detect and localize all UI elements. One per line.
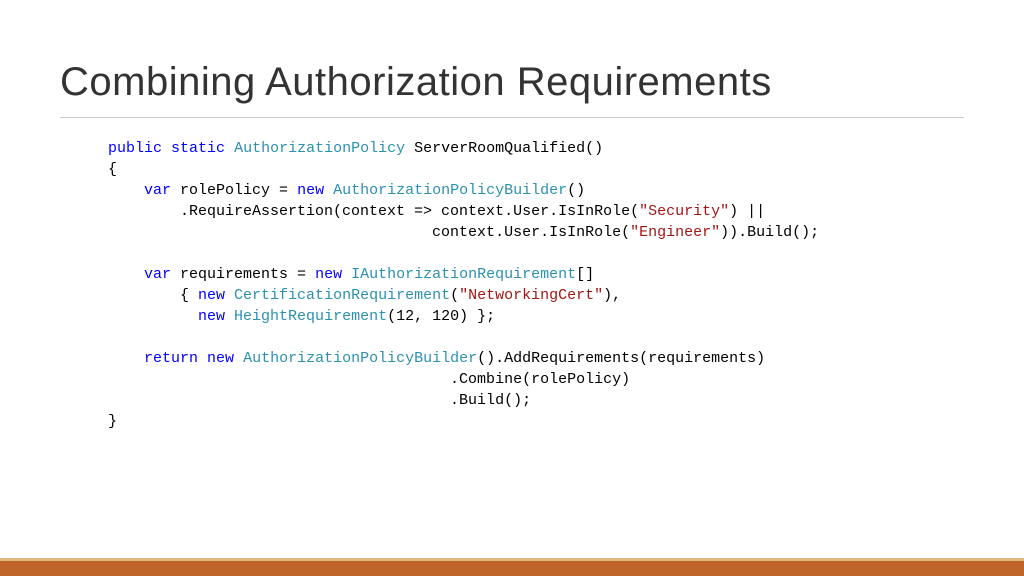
cert-close: ), bbox=[603, 287, 621, 304]
addreq-call: ().AddRequirements(requirements) bbox=[477, 350, 765, 367]
type-authpolicy: AuthorizationPolicy bbox=[234, 140, 405, 157]
keyword-static: static bbox=[171, 140, 225, 157]
requirements-decl: requirements = bbox=[171, 266, 315, 283]
slide-title: Combining Authorization Requirements bbox=[60, 60, 964, 118]
keyword-new: new bbox=[207, 350, 234, 367]
rolepolicy-decl: rolePolicy = bbox=[171, 182, 297, 199]
height-indent bbox=[144, 308, 198, 325]
footer-accent-bar bbox=[0, 558, 1024, 576]
type-authpolicybuilder: AuthorizationPolicyBuilder bbox=[324, 182, 567, 199]
code-block: public static AuthorizationPolicy Server… bbox=[108, 138, 964, 432]
string-netcert: "NetworkingCert" bbox=[459, 287, 603, 304]
keyword-new: new bbox=[297, 182, 324, 199]
slide-content: Combining Authorization Requirements pub… bbox=[0, 0, 1024, 432]
method-name: ServerRoomQualified() bbox=[405, 140, 603, 157]
brace-open: { bbox=[108, 161, 117, 178]
brace-close: } bbox=[108, 413, 117, 430]
keyword-return: return bbox=[144, 350, 198, 367]
keyword-new: new bbox=[315, 266, 342, 283]
require-line: .RequireAssertion(context => context.Use… bbox=[108, 203, 639, 220]
arr-open: [] bbox=[576, 266, 594, 283]
keyword-new: new bbox=[198, 287, 225, 304]
keyword-var: var bbox=[144, 266, 171, 283]
require-tail: ) || bbox=[729, 203, 765, 220]
keyword-public: public bbox=[108, 140, 162, 157]
keyword-new: new bbox=[198, 308, 225, 325]
keyword-var: var bbox=[144, 182, 171, 199]
engineer-tail: )).Build(); bbox=[720, 224, 819, 241]
type-iauthreq: IAuthorizationRequirement bbox=[342, 266, 576, 283]
height-args: (12, 120) }; bbox=[387, 308, 495, 325]
type-authpolicybuilder: AuthorizationPolicyBuilder bbox=[234, 350, 477, 367]
combine-line: .Combine(rolePolicy) bbox=[108, 371, 630, 388]
type-heightreq: HeightRequirement bbox=[225, 308, 387, 325]
builder-call: () bbox=[567, 182, 585, 199]
string-security: "Security" bbox=[639, 203, 729, 220]
sp bbox=[198, 350, 207, 367]
engineer-pre: context.User.IsInRole( bbox=[108, 224, 630, 241]
type-certreq: CertificationRequirement bbox=[225, 287, 450, 304]
build-line: .Build(); bbox=[108, 392, 531, 409]
arr-brace: { bbox=[144, 287, 198, 304]
cert-open: ( bbox=[450, 287, 459, 304]
string-engineer: "Engineer" bbox=[630, 224, 720, 241]
